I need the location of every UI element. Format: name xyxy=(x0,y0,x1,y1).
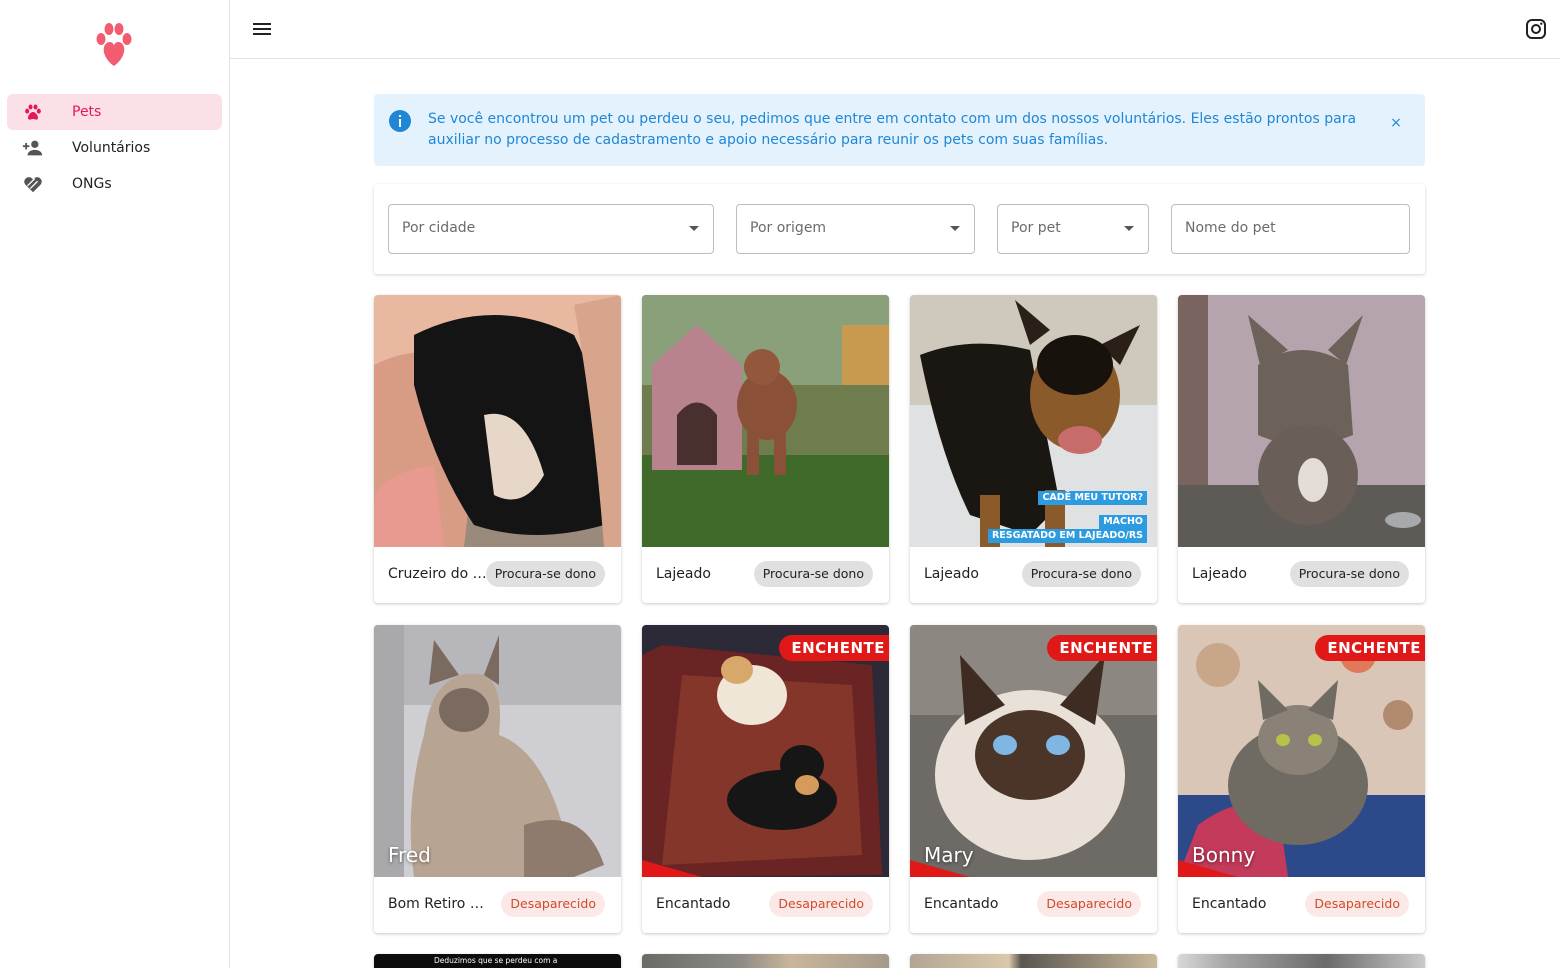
status-badge: Procura-se dono xyxy=(1021,561,1141,587)
pet-photo: Fred xyxy=(374,625,621,877)
chevron-down-icon xyxy=(1124,226,1134,231)
info-icon xyxy=(388,109,412,133)
pet-city: Cruzeiro do Sul xyxy=(388,566,488,582)
alert-message: Se você encontrou um pet ou perdeu o seu… xyxy=(428,111,1357,148)
pet-photo xyxy=(374,295,621,547)
close-icon[interactable]: × xyxy=(1387,114,1405,132)
pet-name-placeholder: Nome do pet xyxy=(1185,220,1276,236)
sidebar: Pets Voluntários ONGs xyxy=(0,0,230,968)
card-footer: Bom Retiro do Sul Desaparecido xyxy=(374,877,621,933)
pet-city: Lajeado xyxy=(1192,566,1247,582)
sidebar-item-pets[interactable]: Pets xyxy=(7,94,222,130)
pet-card[interactable]: Cruzeiro do Sul Procura-se dono xyxy=(374,295,621,603)
pet-card[interactable] xyxy=(910,954,1157,968)
pet-card[interactable]: CADÊ MEU TUTOR? MACHO RESGATADO EM LAJEA… xyxy=(910,295,1157,603)
sidebar-nav: Pets Voluntários ONGs xyxy=(7,94,222,202)
status-badge: Desaparecido xyxy=(769,891,873,917)
pet-city: Lajeado xyxy=(924,566,979,582)
city-filter-placeholder: Por cidade xyxy=(402,220,476,236)
card-footer: Lajeado Procura-se dono xyxy=(910,547,1157,603)
pet-card[interactable] xyxy=(1178,954,1425,968)
flood-banner: ENCHENTE xyxy=(779,635,889,661)
pet-city: Encantado xyxy=(924,896,999,912)
instagram-icon[interactable] xyxy=(1524,17,1548,41)
card-footer: Lajeado Procura-se dono xyxy=(1178,547,1425,603)
photo-caption-line: CADÊ MEU TUTOR? xyxy=(1038,491,1147,505)
pet-photo: ENCHENTE xyxy=(642,625,889,877)
card-footer: Encantado Desaparecido xyxy=(1178,877,1425,933)
pet-name-overlay: Fred xyxy=(388,843,431,867)
pet-city: Encantado xyxy=(656,896,731,912)
pet-card[interactable] xyxy=(642,954,889,968)
chevron-down-icon xyxy=(950,226,960,231)
pet-type-filter-placeholder: Por pet xyxy=(1011,220,1061,236)
card-footer: Encantado Desaparecido xyxy=(910,877,1157,933)
pet-city: Encantado xyxy=(1192,896,1267,912)
status-badge: Procura-se dono xyxy=(1289,561,1409,587)
pet-card[interactable]: ENCHENTE Bonny Encantado Desaparecido xyxy=(1178,625,1425,933)
pet-photo xyxy=(910,954,1157,968)
top-app-bar xyxy=(230,0,1560,59)
status-badge: Desaparecido xyxy=(501,891,605,917)
status-badge: Desaparecido xyxy=(1305,891,1409,917)
status-badge: Procura-se dono xyxy=(485,561,605,587)
hamburger-menu-icon[interactable] xyxy=(250,17,274,41)
flood-banner: ENCHENTE xyxy=(1047,635,1157,661)
pet-card[interactable]: ENCHENTE Encantado Desaparecido xyxy=(642,625,889,933)
pet-card[interactable]: Lajeado Procura-se dono xyxy=(1178,295,1425,603)
pet-name-overlay: Bonny xyxy=(1192,843,1256,867)
chevron-down-icon xyxy=(689,226,699,231)
pet-photo xyxy=(642,954,889,968)
info-alert: Se você encontrou um pet ou perdeu o seu… xyxy=(374,94,1425,166)
status-badge: Desaparecido xyxy=(1037,891,1141,917)
sidebar-item-label: Voluntários xyxy=(72,140,151,156)
pet-photo xyxy=(1178,954,1425,968)
sidebar-item-voluntarios[interactable]: Voluntários xyxy=(7,130,222,166)
pet-card[interactable]: Fred Bom Retiro do Sul Desaparecido xyxy=(374,625,621,933)
origin-filter-placeholder: Por origem xyxy=(750,220,827,236)
city-filter-select[interactable]: Por cidade xyxy=(388,204,714,254)
paw-icon xyxy=(21,100,45,124)
flood-banner: ENCHENTE xyxy=(1315,635,1425,661)
pet-photo xyxy=(642,295,889,547)
pet-name-input[interactable]: Nome do pet xyxy=(1171,204,1410,254)
sidebar-item-label: ONGs xyxy=(72,176,112,192)
origin-filter-select[interactable]: Por origem xyxy=(736,204,975,254)
pet-card[interactable]: ENCHENTE Mary Encantado Desaparecido xyxy=(910,625,1157,933)
photo-caption-line: MACHO xyxy=(1099,515,1147,529)
sidebar-item-ongs[interactable]: ONGs xyxy=(7,166,222,202)
pet-city: Lajeado xyxy=(656,566,711,582)
card-footer: Cruzeiro do Sul Procura-se dono xyxy=(374,547,621,603)
sidebar-item-label: Pets xyxy=(72,104,102,120)
photo-caption-line: RESGATADO EM LAJEADO/RS xyxy=(987,529,1147,543)
status-badge: Procura-se dono xyxy=(753,561,873,587)
photo-caption-line: Deduzimos que se perdeu com a xyxy=(434,956,558,965)
pet-photo: ENCHENTE Bonny xyxy=(1178,625,1425,877)
pet-card[interactable]: Lajeado Procura-se dono xyxy=(642,295,889,603)
pet-city: Bom Retiro do Sul xyxy=(388,896,488,912)
pet-name-overlay: Mary xyxy=(924,843,974,867)
pet-photo xyxy=(1178,295,1425,547)
filter-bar: Por cidade Por origem Por pet Nome do pe… xyxy=(374,184,1425,274)
pet-type-filter-select[interactable]: Por pet xyxy=(997,204,1149,254)
pet-photo: CADÊ MEU TUTOR? MACHO RESGATADO EM LAJEA… xyxy=(910,295,1157,547)
pet-photo: ENCHENTE Mary xyxy=(910,625,1157,877)
photo-caption: CADÊ MEU TUTOR? MACHO RESGATADO EM LAJEA… xyxy=(987,491,1147,543)
card-footer: Lajeado Procura-se dono xyxy=(642,547,889,603)
pet-card[interactable]: Deduzimos que se perdeu com a xyxy=(374,954,621,968)
person-add-icon xyxy=(21,136,45,160)
volunteer-hand-heart-icon xyxy=(21,172,45,196)
paw-heart-logo-icon[interactable] xyxy=(90,20,138,68)
card-footer: Encantado Desaparecido xyxy=(642,877,889,933)
